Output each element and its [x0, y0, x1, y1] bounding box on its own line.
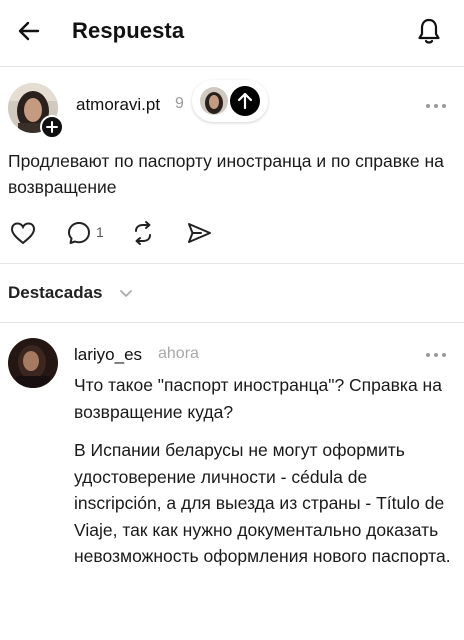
- reply-more-icon[interactable]: [424, 350, 448, 360]
- heart-icon[interactable]: [8, 218, 38, 248]
- header-divider: [0, 66, 464, 67]
- featured-divider: [0, 322, 464, 323]
- top-bar: Respuesta: [0, 0, 464, 66]
- follow-plus-icon[interactable]: [40, 115, 64, 139]
- chevron-down-icon[interactable]: [118, 287, 134, 301]
- comment-icon[interactable]: [64, 218, 94, 248]
- reply-paragraph: Что такое "паспорт иностранца"? Справка …: [74, 375, 442, 422]
- more-icon[interactable]: [424, 101, 448, 111]
- mutual-badge[interactable]: [192, 80, 268, 122]
- arrow-up-icon: [230, 86, 260, 116]
- reply-paragraph: В Испании беларусы не могут оформить удо…: [74, 440, 451, 566]
- featured-sort-label[interactable]: Destacadas: [8, 283, 103, 303]
- post-actions: 1: [0, 218, 464, 252]
- post-time: 9: [175, 95, 184, 112]
- arrow-left-icon[interactable]: [16, 18, 42, 44]
- reply-time: ahora: [158, 345, 199, 362]
- bell-icon[interactable]: [414, 16, 444, 46]
- repost-icon[interactable]: [128, 218, 158, 248]
- post-divider: [0, 263, 464, 264]
- reply-username[interactable]: lariyo_es: [74, 345, 142, 365]
- reply-avatar[interactable]: [8, 338, 58, 388]
- page-title: Respuesta: [72, 18, 185, 43]
- reply-count: 1: [96, 224, 104, 240]
- reply-text: Что такое "паспорт иностранца"? Справка …: [74, 372, 454, 570]
- share-icon[interactable]: [184, 218, 214, 248]
- small-avatar: [200, 87, 228, 115]
- post-username[interactable]: atmoravi.pt: [76, 95, 160, 115]
- post-text: Продлевают по паспорту иностранца и по с…: [8, 151, 444, 197]
